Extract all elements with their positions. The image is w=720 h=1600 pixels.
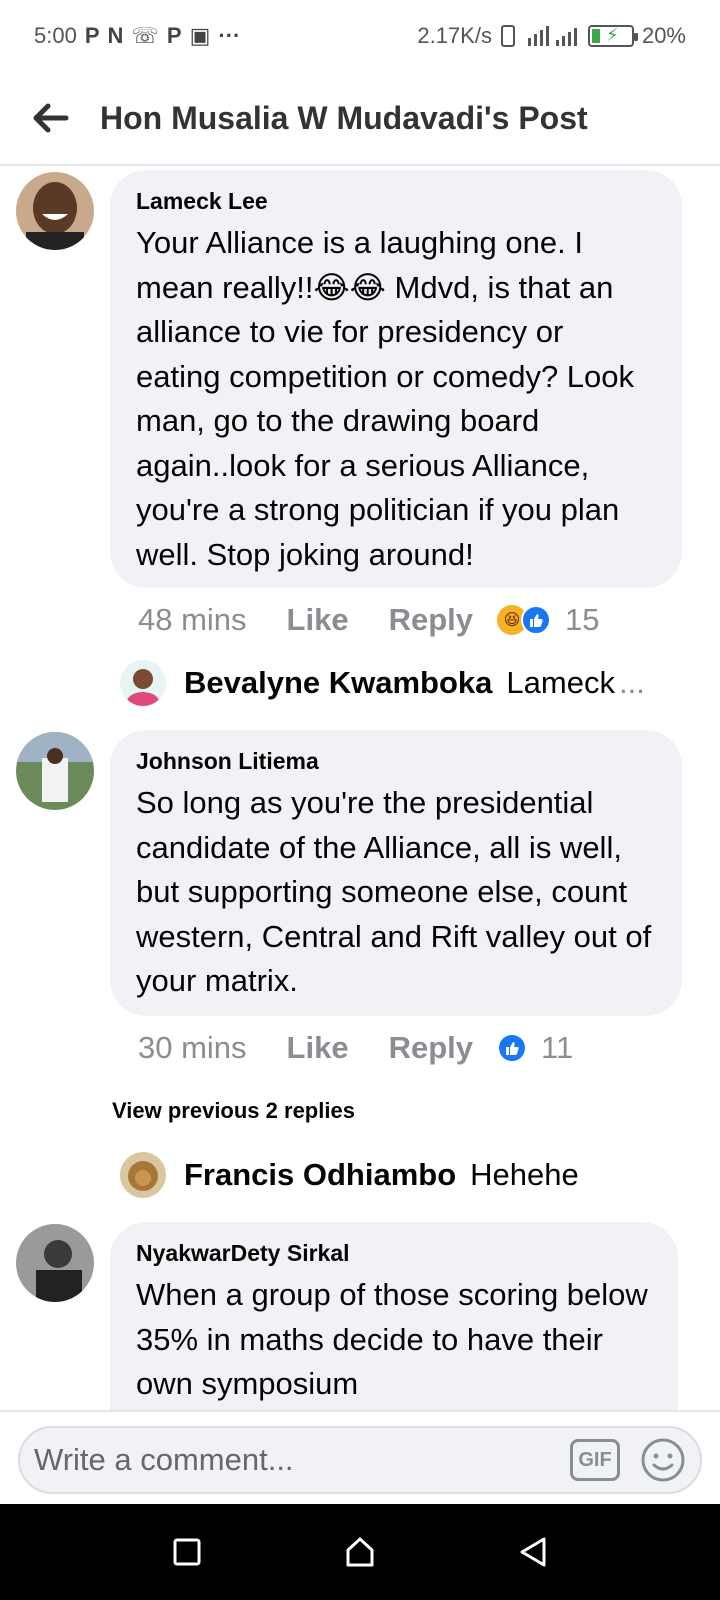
whatsapp-notification-icon: ☏ <box>131 23 159 48</box>
comment-author[interactable]: Lameck Lee <box>136 188 656 215</box>
reply-button[interactable]: Reply <box>389 602 473 638</box>
battery-percent: 20% <box>641 23 686 48</box>
comment-text: So long as you're the presidential candi… <box>136 785 652 998</box>
home-button[interactable] <box>340 1532 380 1572</box>
avatar-lameck-lee[interactable] <box>16 172 94 250</box>
post-header: Hon Musalia W Mudavadi's Post <box>0 72 720 166</box>
recent-apps-button[interactable] <box>167 1532 207 1572</box>
comment-bubble[interactable]: Lameck Lee Your Alliance is a laughing o… <box>110 170 682 588</box>
comment-bubble[interactable]: Johnson Litiema So long as you're the pr… <box>110 730 682 1016</box>
like-button[interactable]: Like <box>287 602 349 638</box>
page-title: Hon Musalia W Mudavadi's Post <box>100 99 588 136</box>
comment-text: Your Alliance is a laughing one. I mean … <box>136 225 635 572</box>
comment-text: When a group of those scoring below 35% … <box>136 1277 648 1401</box>
status-left: 5:00 P N ☏ P ▣ ··· <box>34 23 240 49</box>
system-nav-bar <box>0 1504 720 1600</box>
reaction-count[interactable]: 15 <box>565 602 599 638</box>
reply-author: Bevalyne Kwamboka <box>184 665 493 700</box>
comment-bubble[interactable]: NyakwarDety Sirkal When a group of those… <box>110 1222 678 1410</box>
signal-icon <box>527 26 577 46</box>
avatar-bevalyne-kwamboka <box>120 660 166 706</box>
triangle-back-icon <box>520 1537 546 1567</box>
status-right: 2.17K/s ⚡ 20% <box>417 23 686 49</box>
reply-preview[interactable]: Francis Odhiambo Hehehe <box>120 1152 579 1198</box>
reply-text: Lameck <box>506 665 615 700</box>
reply-ellipsis: ... <box>618 665 645 700</box>
emoji-icon[interactable] <box>640 1437 686 1483</box>
back-button[interactable] <box>0 71 100 165</box>
comments-list[interactable]: Lameck Lee Your Alliance is a laughing o… <box>0 168 720 1410</box>
reply-preview[interactable]: Bevalyne Kwamboka Lameck ... <box>120 660 645 706</box>
back-nav-button[interactable] <box>513 1532 553 1572</box>
home-icon <box>346 1537 374 1567</box>
comment-time[interactable]: 48 mins <box>138 602 247 638</box>
comment-time[interactable]: 30 mins <box>138 1030 247 1066</box>
comment-box[interactable]: GIF <box>18 1426 702 1494</box>
reply-text: Hehehe <box>470 1157 579 1192</box>
network-speed: 2.17K/s <box>417 23 492 48</box>
comment-author[interactable]: Johnson Litiema <box>136 748 656 775</box>
like-reaction-icon <box>497 1033 527 1063</box>
status-bar: 5:00 P N ☏ P ▣ ··· 2.17K/s ⚡ 20% <box>0 0 720 72</box>
avatar-nyakwardety-sirkal[interactable] <box>16 1224 94 1302</box>
reactions-summary[interactable]: 😆 <box>497 605 551 635</box>
square-icon <box>173 1538 201 1566</box>
like-reaction-icon <box>521 605 551 635</box>
comment-actions: 30 mins Like Reply 11 <box>138 1030 573 1066</box>
comment-composer: GIF <box>0 1410 720 1504</box>
vibrate-icon <box>500 25 515 47</box>
pinterest-notification-icon: P <box>84 23 100 48</box>
comment-actions: 48 mins Like Reply 😆 15 <box>138 602 599 638</box>
status-time: 5:00 <box>34 23 77 48</box>
avatar-francis-odhiambo <box>120 1152 166 1198</box>
reaction-count[interactable]: 11 <box>541 1030 573 1066</box>
reactions-summary[interactable] <box>497 1033 527 1063</box>
battery-icon: ⚡ <box>587 25 638 47</box>
avatar-johnson-litiema[interactable] <box>16 732 94 810</box>
reply-button[interactable]: Reply <box>389 1030 473 1066</box>
comment-input[interactable] <box>34 1442 570 1478</box>
back-arrow-icon <box>33 103 69 133</box>
app-notification-icon: P <box>166 23 182 48</box>
game-notification-icon: ▣ <box>189 23 211 48</box>
more-notifications-icon: ··· <box>218 23 241 48</box>
like-button[interactable]: Like <box>287 1030 349 1066</box>
news-notification-icon: N <box>107 23 124 48</box>
gif-button[interactable]: GIF <box>570 1439 620 1481</box>
view-previous-replies[interactable]: View previous 2 replies <box>112 1098 355 1124</box>
reply-author: Francis Odhiambo <box>184 1157 457 1192</box>
comment-author[interactable]: NyakwarDety Sirkal <box>136 1240 652 1267</box>
